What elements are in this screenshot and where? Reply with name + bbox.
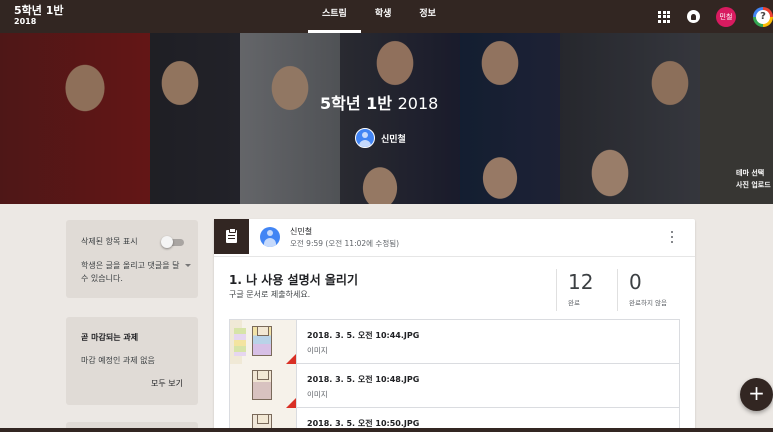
post-time: 오전 9:59 (오전 11:02에 수정됨) <box>290 239 400 248</box>
upcoming-title: 곧 마감되는 과제 <box>81 333 139 342</box>
attachment-type: 이미지 <box>307 390 328 399</box>
no-upcoming-text: 마감 예정인 과제 없음 <box>81 356 155 365</box>
teacher-info: 신민철 <box>355 128 406 148</box>
add-button[interactable]: + <box>740 378 773 411</box>
class-banner: 5학년 1반 2018 신민철 테마 선택 사진 업로드 <box>0 33 773 204</box>
nav-tabs: 스트림 학생 정보 <box>308 0 450 33</box>
divider <box>214 256 695 257</box>
attachment-thumbnail <box>230 364 297 408</box>
tab-about[interactable]: 정보 <box>405 0 450 33</box>
banner-year: 2018 <box>397 94 439 113</box>
attachment-list: 2018. 3. 5. 오전 10:44.JPG 이미지 2018. 3. 5.… <box>229 319 680 432</box>
banner-class-name: 5학년 1반 <box>320 94 392 113</box>
teacher-name: 신민철 <box>381 134 406 145</box>
more-options-icon[interactable] <box>670 231 674 243</box>
show-deleted-row: 삭제된 항목 표시 <box>81 235 185 248</box>
not-done-count: 0 <box>629 270 642 294</box>
select-theme-link[interactable]: 테마 선택 <box>736 167 773 179</box>
attachment-item[interactable]: 2018. 3. 5. 오전 10:48.JPG 이미지 <box>230 364 679 408</box>
not-done-stat[interactable]: 0 완료하지 않음 <box>617 269 679 311</box>
account-avatar[interactable]: 민철 <box>716 6 736 27</box>
help-icon[interactable]: ? <box>753 6 773 27</box>
class-title[interactable]: 5학년 1반 2018 <box>14 4 64 27</box>
attachment-item[interactable]: 2018. 3. 5. 오전 10:44.JPG 이미지 <box>230 320 679 364</box>
show-deleted-label: 삭제된 항목 표시 <box>81 237 138 246</box>
top-actions: 민철 ? <box>658 0 773 33</box>
bottom-strip <box>0 428 773 432</box>
assignment-icon <box>226 228 237 243</box>
class-year: 2018 <box>14 17 37 26</box>
tab-stream[interactable]: 스트림 <box>308 0 361 33</box>
apps-grid-icon[interactable] <box>658 10 670 23</box>
done-count: 12 <box>568 270 594 294</box>
attachment-type: 이미지 <box>307 346 328 355</box>
class-name: 5학년 1반 <box>14 4 64 17</box>
done-stat[interactable]: 12 완료 <box>556 269 617 311</box>
attachment-thumbnail <box>230 320 297 364</box>
upload-photo-link[interactable]: 사진 업로드 <box>736 179 773 191</box>
banner-title: 5학년 1반 2018 <box>320 90 438 114</box>
stream-settings-panel: 삭제된 항목 표시 학생은 글을 올리고 댓글을 달 수 있습니다. <box>66 220 198 298</box>
top-app-bar: 5학년 1반 2018 스트림 학생 정보 민철 ? <box>0 0 773 33</box>
tab-students[interactable]: 학생 <box>361 0 406 33</box>
show-deleted-toggle[interactable] <box>161 235 185 248</box>
student-permission-select[interactable]: 학생은 글을 올리고 댓글을 달 수 있습니다. <box>81 259 191 285</box>
student-permission-text: 학생은 글을 올리고 댓글을 달 수 있습니다. <box>81 261 180 283</box>
poster-avatar <box>260 227 280 247</box>
chevron-down-icon <box>185 264 191 267</box>
done-label: 완료 <box>568 299 580 307</box>
poster-name: 신민철 <box>290 227 313 236</box>
banner-actions: 테마 선택 사진 업로드 <box>736 167 773 191</box>
attachment-name: 2018. 3. 5. 오전 10:48.JPG <box>307 375 420 384</box>
assignment-card: 신민철 오전 9:59 (오전 11:02에 수정됨) 1. 나 사용 설명서 … <box>214 219 695 432</box>
attachment-name: 2018. 3. 5. 오전 10:44.JPG <box>307 331 420 340</box>
assignment-type-badge <box>214 219 249 254</box>
assignment-description: 구글 문서로 제출하세요. <box>229 290 311 299</box>
see-all-link[interactable]: 모두 보기 <box>151 378 183 389</box>
teacher-avatar <box>355 128 375 148</box>
notification-icon[interactable] <box>687 10 700 23</box>
assignment-title[interactable]: 1. 나 사용 설명서 올리기 <box>229 271 358 288</box>
upcoming-panel: 곧 마감되는 과제 마감 예정인 과제 없음 모두 보기 <box>66 317 198 405</box>
not-done-label: 완료하지 않음 <box>629 299 667 307</box>
